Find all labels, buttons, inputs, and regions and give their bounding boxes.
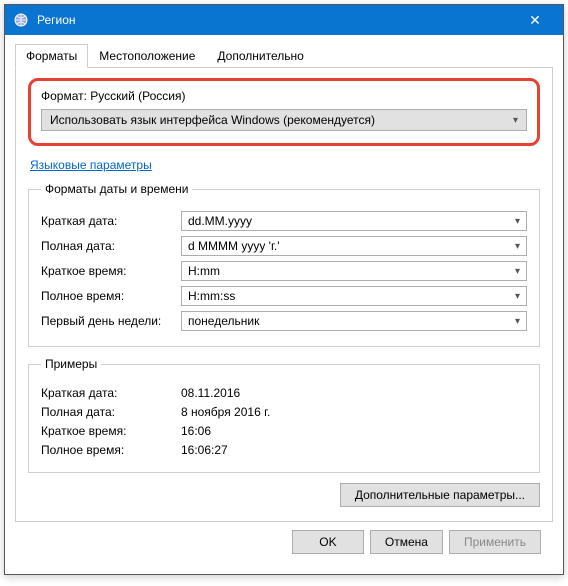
region-icon: [13, 12, 29, 28]
long-time-value: H:mm:ss: [188, 289, 235, 303]
ex-long-date-value: 8 ноября 2016 г.: [181, 405, 527, 419]
long-date-select[interactable]: d MMMM yyyy 'г.' ▾: [181, 236, 527, 256]
long-time-select[interactable]: H:mm:ss ▾: [181, 286, 527, 306]
chevron-down-icon: ▾: [515, 216, 520, 227]
dialog-footer: OK Отмена Применить: [15, 522, 553, 566]
format-label: Формат: Русский (Россия): [41, 89, 527, 103]
tab-location[interactable]: Местоположение: [88, 44, 206, 68]
apply-button[interactable]: Применить: [449, 530, 541, 554]
ok-button[interactable]: OK: [292, 530, 364, 554]
datetime-formats-group: Форматы даты и времени Краткая дата: dd.…: [28, 182, 540, 347]
window-title: Регион: [37, 13, 515, 27]
format-highlight-box: Формат: Русский (Россия) Использовать яз…: [28, 78, 540, 146]
region-dialog: Регион ✕ Форматы Местоположение Дополнит…: [4, 4, 564, 575]
datetime-formats-legend: Форматы даты и времени: [41, 182, 192, 196]
titlebar: Регион ✕: [5, 5, 563, 35]
ex-short-date-label: Краткая дата:: [41, 386, 181, 400]
examples-legend: Примеры: [41, 357, 101, 371]
ex-long-date-label: Полная дата:: [41, 405, 181, 419]
tab-formats[interactable]: Форматы: [15, 44, 88, 68]
ex-short-time-value: 16:06: [181, 424, 527, 438]
chevron-down-icon: ▾: [513, 115, 518, 126]
short-time-value: H:mm: [188, 264, 220, 278]
long-date-label: Полная дата:: [41, 239, 181, 253]
additional-settings-button[interactable]: Дополнительные параметры...: [340, 483, 540, 507]
cancel-button[interactable]: Отмена: [370, 530, 443, 554]
first-day-select[interactable]: понедельник ▾: [181, 311, 527, 331]
format-dropdown[interactable]: Использовать язык интерфейса Windows (ре…: [41, 109, 527, 131]
long-date-value: d MMMM yyyy 'г.': [188, 239, 280, 253]
short-time-select[interactable]: H:mm ▾: [181, 261, 527, 281]
short-date-label: Краткая дата:: [41, 214, 181, 228]
long-time-label: Полное время:: [41, 289, 181, 303]
examples-group: Примеры Краткая дата: 08.11.2016 Полная …: [28, 357, 540, 473]
first-day-label: Первый день недели:: [41, 314, 181, 328]
ex-short-date-value: 08.11.2016: [181, 386, 527, 400]
ex-long-time-label: Полное время:: [41, 443, 181, 457]
chevron-down-icon: ▾: [515, 291, 520, 302]
tab-advanced[interactable]: Дополнительно: [206, 44, 314, 68]
ex-short-time-label: Краткое время:: [41, 424, 181, 438]
short-date-select[interactable]: dd.MM.yyyy ▾: [181, 211, 527, 231]
close-button[interactable]: ✕: [515, 12, 555, 29]
tabs: Форматы Местоположение Дополнительно: [15, 43, 553, 68]
chevron-down-icon: ▾: [515, 316, 520, 327]
short-time-label: Краткое время:: [41, 264, 181, 278]
tabpanel-formats: Формат: Русский (Россия) Использовать яз…: [15, 68, 553, 522]
short-date-value: dd.MM.yyyy: [188, 214, 252, 228]
ex-long-time-value: 16:06:27: [181, 443, 527, 457]
chevron-down-icon: ▾: [515, 241, 520, 252]
first-day-value: понедельник: [188, 314, 259, 328]
content: Форматы Местоположение Дополнительно Фор…: [5, 35, 563, 574]
chevron-down-icon: ▾: [515, 266, 520, 277]
format-dropdown-value: Использовать язык интерфейса Windows (ре…: [50, 113, 375, 127]
language-settings-link[interactable]: Языковые параметры: [30, 158, 152, 172]
